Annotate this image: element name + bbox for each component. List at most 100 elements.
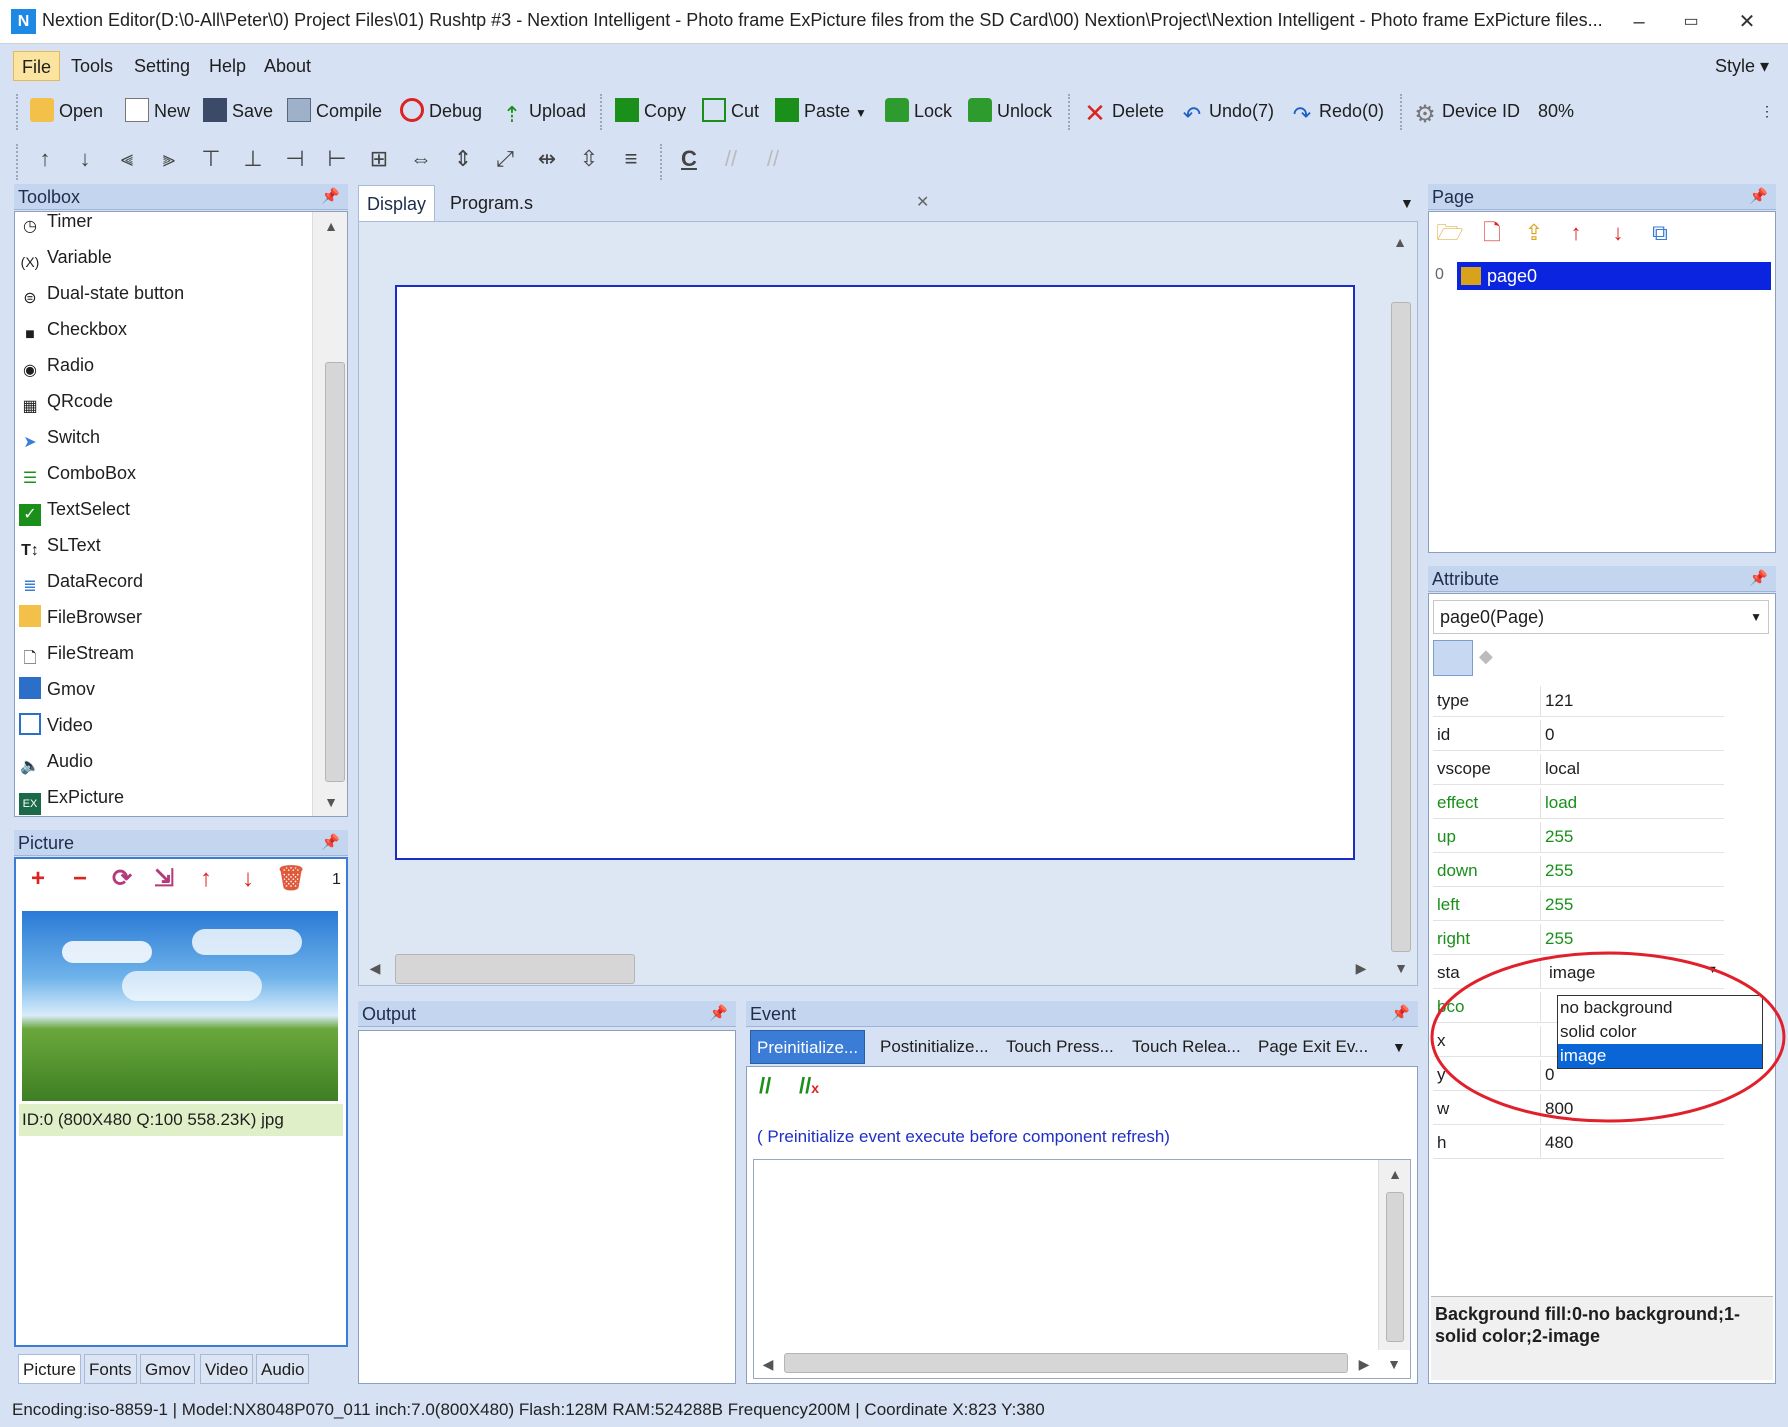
trash-icon[interactable]: 🗑 <box>276 865 306 893</box>
debug-button[interactable]: Debug <box>400 96 482 126</box>
event-code-editor[interactable]: ▲ ◀ ▶ ▼ <box>753 1159 1411 1379</box>
pin-icon[interactable]: 📌 <box>321 184 340 210</box>
output-panel[interactable] <box>358 1030 736 1384</box>
scroll-right-icon[interactable]: ▶ <box>1349 960 1373 977</box>
new-button[interactable]: New <box>125 96 190 126</box>
scrollbar-thumb[interactable] <box>784 1353 1348 1373</box>
paste-button[interactable]: Paste ▼ <box>775 96 867 126</box>
page-list-item[interactable]: page0 <box>1457 262 1771 290</box>
paste-dropdown-icon[interactable]: ▼ <box>855 106 867 120</box>
toolbox-item-audio[interactable]: 🔈 Audio <box>19 746 93 776</box>
tab-gmov[interactable]: Gmov <box>140 1354 196 1384</box>
zoom-level[interactable]: 80% <box>1538 96 1574 126</box>
align-right-icon[interactable]: ⫸ <box>156 146 182 172</box>
scroll-up-icon[interactable]: ▲ <box>319 218 343 234</box>
spacing-vertical-icon[interactable]: ⇳ <box>576 146 602 172</box>
pin-icon[interactable]: 📌 <box>321 830 340 856</box>
scroll-up-icon[interactable]: ▲ <box>1383 1166 1407 1182</box>
toolbox-item-textselect[interactable]: ✓ TextSelect <box>19 494 130 526</box>
remove-icon[interactable]: − <box>66 865 94 893</box>
same-size-icon[interactable]: ⤢ <box>492 146 518 172</box>
menu-style[interactable]: Style ▾ <box>1707 51 1777 81</box>
comment-icon[interactable]: // <box>759 1073 771 1099</box>
editor-vscroll[interactable]: ▲ <box>1378 1160 1410 1350</box>
pin-icon[interactable]: 📌 <box>709 1001 728 1027</box>
toolbox-item-combobox[interactable]: ☰ ComboBox <box>19 458 136 488</box>
toolbox-item-video[interactable]: Video <box>19 710 93 740</box>
redo-button[interactable]: ↷ Redo(0) <box>1290 96 1384 127</box>
move-up-icon[interactable]: ↑ <box>192 865 220 893</box>
copy-button[interactable]: Copy <box>615 96 686 126</box>
menu-setting[interactable]: Setting <box>126 51 198 81</box>
toolbox-item-variable[interactable]: (X) Variable <box>19 242 112 272</box>
attr-row-effect[interactable]: effect load <box>1433 788 1724 819</box>
uncomment-icon[interactable]: //x <box>799 1073 819 1099</box>
pin-icon[interactable]: 📌 <box>1391 1001 1410 1027</box>
attr-row-vscope[interactable]: vscope local <box>1433 754 1724 785</box>
move-up-icon[interactable]: ↑ <box>1561 218 1591 248</box>
attr-row-id[interactable]: id 0 <box>1433 720 1724 751</box>
center-both-icon[interactable]: ⊞ <box>366 146 392 172</box>
scroll-down-icon[interactable]: ▼ <box>1382 1356 1406 1372</box>
event-tabs-dropdown-icon[interactable]: ▼ <box>1386 1030 1412 1064</box>
undo-button[interactable]: ↶ Undo(7) <box>1180 96 1274 127</box>
properties-view-icon[interactable] <box>1433 640 1473 676</box>
align-top-icon[interactable]: ⊤ <box>198 146 224 172</box>
open-button[interactable]: Open <box>30 96 103 126</box>
compile-button[interactable]: Compile <box>287 96 382 126</box>
copy-page-icon[interactable]: ⧉ <box>1645 218 1675 248</box>
toolbox-item-gmov[interactable]: Gmov <box>19 674 95 704</box>
tab-postinitialize[interactable]: Postinitialize... <box>874 1030 995 1064</box>
scroll-down-icon[interactable]: ▼ <box>1389 960 1413 976</box>
align-bottom-icon[interactable]: ⊥ <box>240 146 266 172</box>
tab-preinitialize[interactable]: Preinitialize... <box>750 1030 866 1064</box>
lock-button[interactable]: Lock <box>885 96 952 126</box>
center-vertical-icon[interactable]: ⊢ <box>324 146 350 172</box>
align-left-icon[interactable]: ⫷ <box>114 146 140 172</box>
add-page-icon[interactable]: 🗁 <box>1435 218 1465 248</box>
scroll-right-icon[interactable]: ▶ <box>1352 1356 1376 1373</box>
move-down-icon[interactable]: ↓ <box>234 865 262 893</box>
export-icon[interactable]: ⇲ <box>150 865 178 893</box>
toolbox-scrollbar[interactable]: ▲ ▼ <box>312 212 347 816</box>
editor-hscroll[interactable]: ◀ ▶ <box>754 1350 1378 1378</box>
move-up-icon[interactable]: ↑ <box>32 146 58 172</box>
menu-tools[interactable]: Tools <box>63 51 121 81</box>
attr-row-up[interactable]: up 255 <box>1433 822 1724 853</box>
attr-row-down[interactable]: down 255 <box>1433 856 1724 887</box>
tabs-dropdown-icon[interactable]: ▼ <box>1392 185 1422 221</box>
canvas-hscroll[interactable]: ◀ ▶ <box>359 952 1383 986</box>
picture-caption[interactable]: ID:0 (800X480 Q:100 558.23K) jpg <box>19 1104 343 1136</box>
page-canvas[interactable] <box>395 285 1355 860</box>
menu-about[interactable]: About <box>256 51 319 81</box>
scroll-left-icon[interactable]: ◀ <box>756 1356 780 1373</box>
spacing-equal-icon[interactable]: ≡ <box>618 146 644 172</box>
toolbox-item-radio[interactable]: ◉ Radio <box>19 350 94 380</box>
object-selector[interactable]: page0(Page) ▼ <box>1433 600 1769 634</box>
toolbox-item-switch[interactable]: ➤ Switch <box>19 422 100 452</box>
toolbox-item-dual-state-button[interactable]: ⊜ Dual-state button <box>19 278 184 308</box>
same-width-icon[interactable]: ⇔ <box>408 146 434 172</box>
scrollbar-thumb[interactable] <box>1386 1192 1404 1342</box>
toolbox-item-datarecord[interactable]: ≣ DataRecord <box>19 566 143 596</box>
insert-page-icon[interactable]: ⇪ <box>1519 218 1549 248</box>
toolbox-item-timer[interactable]: ◷ Timer <box>19 212 92 236</box>
events-view-icon[interactable]: ◆ <box>1479 646 1507 670</box>
toolbox-item-checkbox[interactable]: ■ Checkbox <box>19 314 127 344</box>
tab-touch-release[interactable]: Touch Relea... <box>1126 1030 1247 1064</box>
delete-page-icon[interactable]: 🗋 <box>1477 218 1507 248</box>
tab-close-icon[interactable]: ✕ <box>908 185 937 221</box>
move-down-icon[interactable]: ↓ <box>1603 218 1633 248</box>
attr-row-type[interactable]: type 121 <box>1433 686 1724 717</box>
pin-icon[interactable]: 📌 <box>1749 566 1768 592</box>
cut-button[interactable]: Cut <box>702 96 759 126</box>
tab-touch-press[interactable]: Touch Press... <box>1000 1030 1120 1064</box>
attr-row-left[interactable]: left 255 <box>1433 890 1724 921</box>
toolbox-item-filebrowser[interactable]: FileBrowser <box>19 602 142 632</box>
device-button[interactable]: ⚙ Device ID <box>1413 96 1520 127</box>
save-button[interactable]: Save <box>203 96 273 126</box>
close-button[interactable]: ✕ <box>1730 8 1764 36</box>
tab-video[interactable]: Video <box>200 1354 254 1384</box>
menu-file[interactable]: File <box>13 51 61 81</box>
delete-button[interactable]: ✕ Delete <box>1083 96 1164 126</box>
